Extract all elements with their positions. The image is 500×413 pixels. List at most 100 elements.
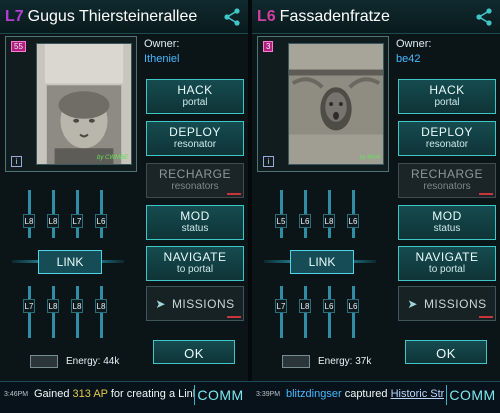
portal-title-row: L6 Fassadenfratze [257,8,390,26]
resonator-slot[interactable]: L8 [323,214,335,228]
hack-sublabel: portal [434,97,460,108]
resonator-slot[interactable]: L7 [71,214,83,228]
portal-image-frame[interactable]: 3 by MH4 i [257,36,389,172]
missions-label: MISSIONS [423,297,487,311]
resonator-slot[interactable]: L8 [23,214,35,228]
photo-credit: by CWMBE [96,155,128,161]
resonator-slot[interactable]: L8 [71,299,83,313]
hack-portal-button[interactable]: HACK portal [146,79,244,114]
missions-arrow-icon: ➤ [155,297,166,311]
resonator-slot[interactable]: L8 [299,299,311,313]
resonator-slot[interactable]: L5 [275,214,287,228]
portal-photo[interactable]: by CWMBE [36,43,132,165]
comm-portal-link: Historic Str [390,388,444,400]
navigate-label: NAVIGATE [163,250,227,264]
portal-level: L6 [257,8,276,25]
missions-label: MISSIONS [171,297,235,311]
resonator-slot[interactable]: L8 [95,299,107,313]
resonator-slot[interactable]: L8 [47,214,59,228]
missions-row: ➤ MISSIONS [399,297,495,311]
comm-feed-right[interactable]: 3:39PM blitzdingser captured Historic St… [252,382,500,413]
comm-feed-left[interactable]: 3:46PM Gained 313 AP for creating a Link… [0,382,248,413]
link-button[interactable]: LINK [38,250,102,274]
owner-name[interactable]: Itheniel [144,53,179,65]
portal-title-row: L7 Gugus Thiersteinerallee [5,8,197,26]
deploy-resonator-button[interactable]: DEPLOY resonator [398,121,496,156]
missions-arrow-icon: ➤ [407,297,418,311]
recharge-resonators-button[interactable]: RECHARGE resonators [398,163,496,198]
owner-name[interactable]: be42 [396,53,420,65]
deploy-label: DEPLOY [421,125,473,139]
portal-panel-left: L7Gugus Thiersteinerallee 55 by CWMBE i [0,0,248,413]
ok-button[interactable]: OK [405,340,487,364]
mod-label: MOD [432,209,462,223]
comm-button[interactable]: COMM [446,385,498,405]
share-icon[interactable] [474,7,494,27]
mod-sublabel: status [433,223,461,234]
portal-image-frame[interactable]: 55 by CWMBE i [5,36,137,172]
hack-portal-button[interactable]: HACK portal [398,79,496,114]
portal-title: Fassadenfratze [279,8,390,25]
missions-button[interactable]: ➤ MISSIONS [398,286,496,321]
missions-row: ➤ MISSIONS [147,297,243,311]
deploy-sublabel: resonator [173,139,217,150]
mod-status-button[interactable]: MOD status [398,205,496,240]
recharge-sublabel: resonators [423,181,471,192]
portal-photo[interactable]: by MH4 [288,43,384,165]
comm-bar: 3:46PM Gained 313 AP for creating a Link… [0,381,500,413]
navigate-to-portal-button[interactable]: NAVIGATE to portal [146,246,244,281]
link-button[interactable]: LINK [290,250,354,274]
resonator-slot[interactable]: L6 [95,214,107,228]
hack-label: HACK [429,83,465,97]
mod-count-badge: 3 [263,41,274,52]
mod-count-badge: 55 [11,41,26,52]
portal-header: L7 Gugus Thiersteinerallee [0,0,248,34]
missions-button[interactable]: ➤ MISSIONS [146,286,244,321]
owner-label: Owner: [396,38,432,50]
deploy-label: DEPLOY [169,125,221,139]
ok-label: OK [184,346,204,361]
mod-sublabel: status [181,223,209,234]
key-icon [282,355,310,368]
resonator-slot[interactable]: L8 [47,299,59,313]
recharge-resonators-button[interactable]: RECHARGE resonators [146,163,244,198]
resonator-slot[interactable]: L6 [347,214,359,228]
resonator-slot[interactable]: L7 [23,299,35,313]
ok-label: OK [436,346,456,361]
info-icon[interactable]: i [263,156,274,167]
resonator-slot[interactable]: L6 [323,299,335,313]
comm-button[interactable]: COMM [194,385,246,405]
recharge-sublabel: resonators [171,181,219,192]
comm-time: 3:46PM [4,391,29,398]
resonator-slot[interactable]: L6 [347,299,359,313]
navigate-sublabel: to portal [176,264,214,275]
comm-msg-text: for creating a Link [107,388,194,400]
resonator-slot[interactable]: L6 [299,214,311,228]
resonator-slot[interactable]: L7 [275,299,287,313]
portal-title: Gugus Thiersteinerallee [27,8,198,25]
comm-msg-text: captured [341,388,391,400]
photo-credit: by MH4 [359,155,380,161]
mod-label: MOD [180,209,210,223]
recharge-label: RECHARGE [158,167,231,181]
navigate-to-portal-button[interactable]: NAVIGATE to portal [398,246,496,281]
ok-button[interactable]: OK [153,340,235,364]
navigate-sublabel: to portal [428,264,466,275]
mod-status-button[interactable]: MOD status [146,205,244,240]
info-icon[interactable]: i [11,156,22,167]
resonator-diagram: L8 L8 L7 L6 LINK L7 L8 L8 L8 [8,186,136,346]
comm-message: blitzdingser captured Historic Str [286,388,444,400]
comm-time: 3:39PM [256,391,281,398]
sculpture-face-image [289,44,383,164]
comm-ap-value: 313 AP [72,388,108,400]
key-icon [30,355,58,368]
portal-header: L6 Fassadenfratze [252,0,500,34]
deploy-resonator-button[interactable]: DEPLOY resonator [146,121,244,156]
portal-energy: Energy: 37k [318,356,372,367]
hack-sublabel: portal [182,97,208,108]
share-icon[interactable] [222,7,242,27]
portal-energy: Energy: 44k [66,356,120,367]
resonator-diagram: L5 L6 L8 L6 LINK L7 L8 L6 L6 [260,186,388,346]
deploy-sublabel: resonator [425,139,469,150]
comm-player: blitzdingser [286,388,342,400]
